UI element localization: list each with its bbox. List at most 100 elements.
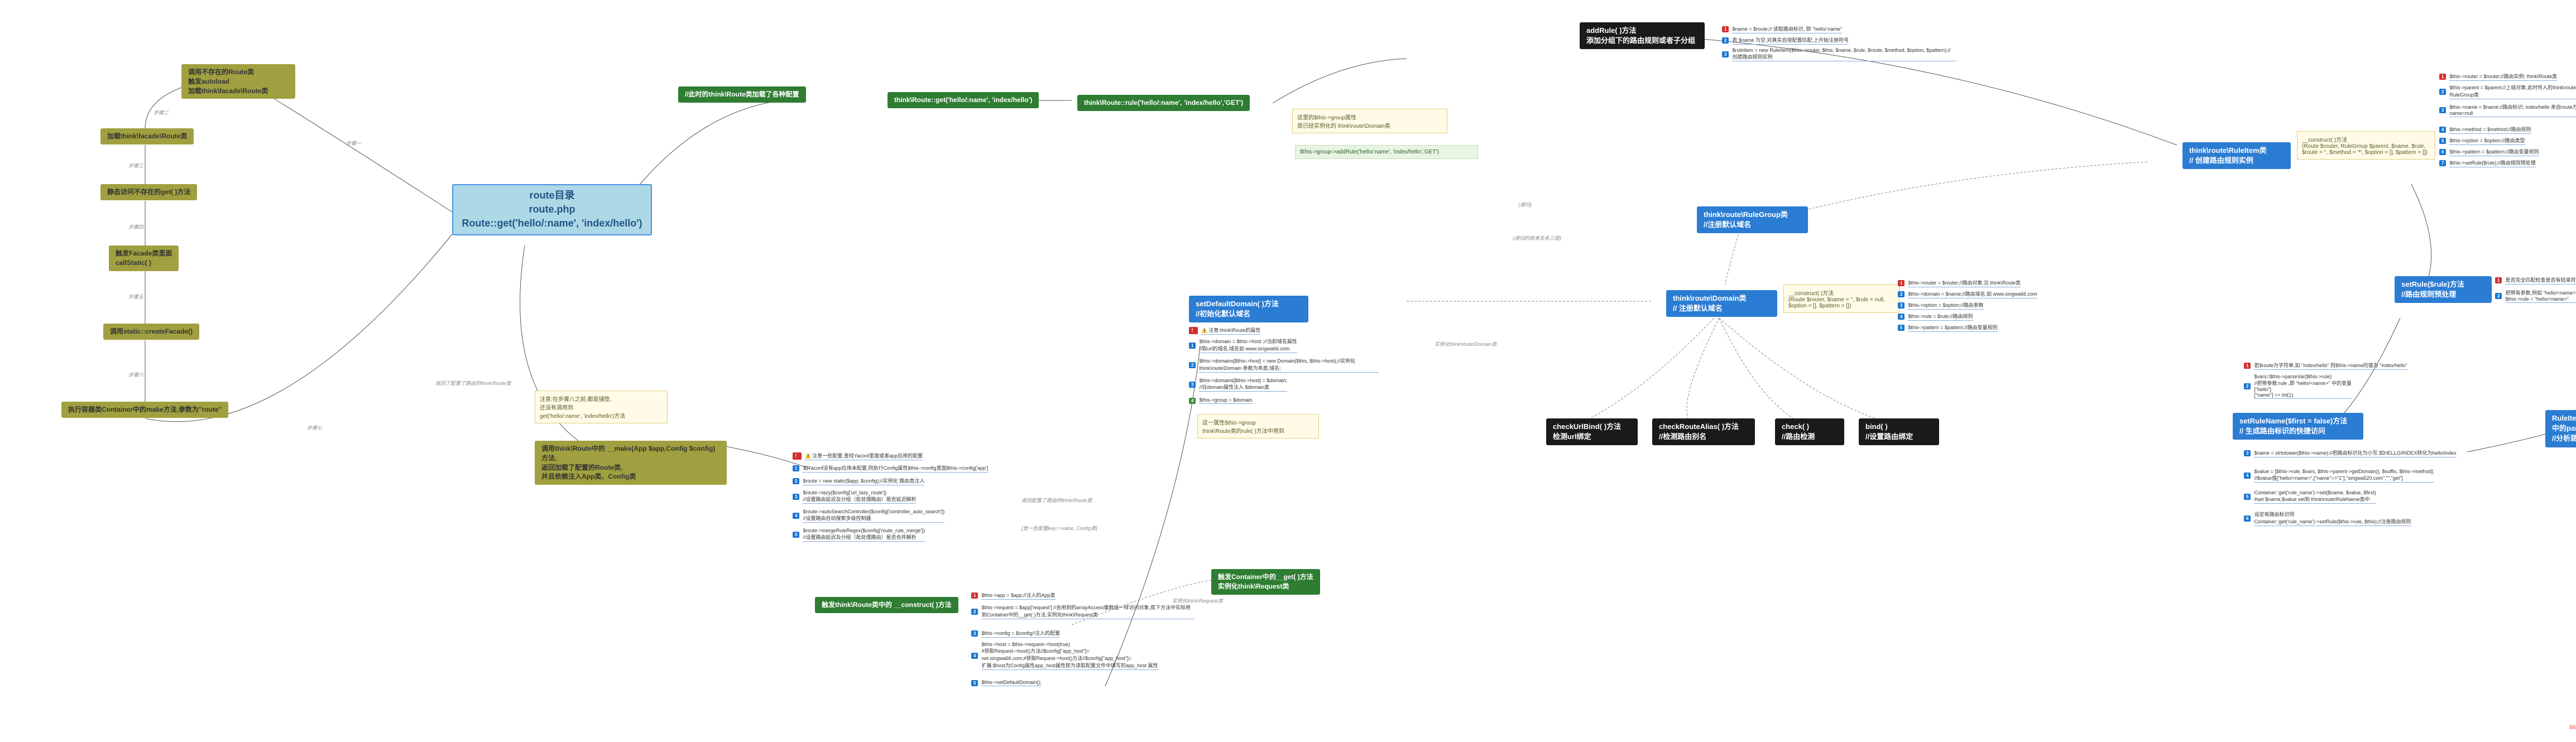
rule-item-construct-note: __construct( )方法(Route $router, RuleGrou… xyxy=(2297,131,2435,160)
edge-step7: 步骤七 xyxy=(307,424,322,431)
num-icon: 4 xyxy=(1189,398,1196,404)
num-icon: 3 xyxy=(1189,382,1196,388)
rule-group: think\route\RuleGroup类//注册默认域名 xyxy=(1697,206,1808,233)
num-icon: 2 xyxy=(793,478,799,484)
make-d1: 1 如Yaconf没有app应用未配置,则执行Config属性$this->co… xyxy=(793,464,988,473)
num-icon: 3 xyxy=(971,630,978,637)
num-icon: 2 xyxy=(2244,383,2251,389)
ri-d7: 7 $this->setRule($rule);//路由规则预处理 xyxy=(2439,159,2536,167)
edge-step2: 步骤二 xyxy=(153,109,169,116)
num-icon: 1 xyxy=(1189,343,1196,349)
edge-step1: 步骤一 xyxy=(346,139,361,147)
edge-recursion2: (递归的继承关系三层) xyxy=(1513,234,1561,242)
add-rule: addRule( )方法添加分组下的路由规则或者子分组 xyxy=(1580,22,1705,49)
domain-d5: 5 $this->pattern = $pattern;//路由变量规则 xyxy=(1898,324,1998,332)
domain-d4: 4 $this->rule = $rule;//路由规则 xyxy=(1898,312,1973,321)
edge-inst-request: 实例化think\Request类 xyxy=(1172,597,1223,604)
num-icon: 3 xyxy=(2244,450,2251,456)
ri-top-d1: 1 $name = $route;// 读取路由标识, 即 "hello/:na… xyxy=(1722,25,1842,33)
num-icon: 4 xyxy=(971,653,978,659)
invoke-make: 调用think\Route中的 __make(App $app,Config $… xyxy=(535,441,727,485)
edge-step4: 步骤四 xyxy=(128,223,143,230)
add-rule-call: $this->group->addRule('hello/:name', 'in… xyxy=(1295,145,1478,159)
num-icon: 2 xyxy=(1189,362,1196,368)
edge-step5: 步骤五 xyxy=(128,293,143,300)
sdd-d2: 2 $this->domains[$this->host] = new Doma… xyxy=(1189,357,1379,373)
ri-top-d2: 2 若 $name 为空,对真实自增配置匹配,上开始注册符号 xyxy=(1722,36,1849,45)
num-icon: ！ xyxy=(1189,327,1198,334)
upper-green-rule: think\Route::rule('hello/:name', 'index/… xyxy=(1077,95,1250,111)
make-d3: 3 $route->lazy($config['url_lazy_route']… xyxy=(793,490,916,504)
ri-top-d3: 3 $ruleItem = new RuleItem($this->router… xyxy=(1722,47,1956,61)
construct-d2: 2 $this->request = $app['request'] //含用到… xyxy=(971,604,1195,619)
note-before: 注意:在步骤八之前,都是铺垫,还没有调用到get('hello/:name', … xyxy=(535,391,668,423)
make-d4: 4 $route->autoSearchController($config['… xyxy=(793,509,944,523)
sdd-d1: 1 $this->domain = $this->host ;//当前域名属性/… xyxy=(1189,338,1373,353)
srn-d2: 2 $vars=$this->parseVar($this->rule)//把带… xyxy=(2244,374,2439,399)
ri-d1: 1 $this->router = $router;//路由实例; think\… xyxy=(2439,73,2557,81)
num-icon: 1 xyxy=(1722,26,1729,32)
left-n2: 加载think\facade\Route类 xyxy=(100,128,194,144)
left-n1: 调用不存在的Route类触发autoload加载think\facade\Rou… xyxy=(181,64,295,99)
num-icon: 2 xyxy=(2439,89,2446,95)
edge-step6: 步骤六 xyxy=(128,371,143,378)
ri-d5: 5 $this->option = $option;//路由类型 xyxy=(2439,137,2525,145)
num-icon: 5 xyxy=(793,532,799,538)
sdd-d3: 3 $this->domains[$this->host] = $domain;… xyxy=(1189,378,1356,392)
sdd-d4: 4 $this->group = $domain xyxy=(1189,397,1253,404)
num-icon: 1 xyxy=(1898,280,1905,286)
num-icon: 1 xyxy=(2439,74,2446,80)
num-icon: 1 xyxy=(971,592,978,599)
upper-green-get: think\Route::get('hello/:name', 'index/h… xyxy=(888,92,1039,108)
left-n6: 执行容器类Container中的make方法,参数为"route" xyxy=(61,402,228,418)
srn-d6: 6 设定有路由标识则Container::get('rule_name')->s… xyxy=(2244,510,2467,526)
num-icon: 4 xyxy=(1898,314,1905,320)
srn-d3: 3 $name = strtolower($this->name);//把路由标… xyxy=(2244,449,2478,457)
num-icon: 4 xyxy=(2244,473,2251,479)
num-icon: 2 xyxy=(1722,37,1729,44)
edge-back-route: 返回了配置了路由的think\Route类 xyxy=(435,379,511,387)
num-icon: 1 xyxy=(2244,363,2251,369)
construct-d4: 4 $this->host = $this->request->host(tru… xyxy=(971,642,1195,670)
num-icon: 3 xyxy=(2439,107,2446,113)
bind: bind( )//设置路由绑定 xyxy=(1859,418,1939,445)
rule-item: think\route\RuleItem类// 创建路由规则实例 xyxy=(2182,142,2291,169)
num-icon: 3 xyxy=(1722,51,1729,57)
check-url-bind: checkUrlBind( )方法检测url绑定 xyxy=(1546,418,1638,445)
domain-d1: 1 $this->router = $router;//路由对象.见 think… xyxy=(1898,279,2021,287)
make-warn: ！ 注意一些配置,查找Yaconf里面或者app应用的配置 xyxy=(793,452,923,460)
srn-d5: 5 Container::get('rule_name')->set($name… xyxy=(2244,490,2456,504)
ri-d4: 4 $this->method = $method;//路由规则 xyxy=(2439,126,2531,134)
left-n4: 触发Facade类里面callStatic( ) xyxy=(109,245,179,271)
left-n3: 静态访问不存在的get( )方法 xyxy=(100,184,197,200)
container-get: 触发Container中的__get( )方法实例化think\Request类 xyxy=(1211,569,1320,595)
num-icon: 3 xyxy=(1898,302,1905,309)
num-icon: 2 xyxy=(1898,291,1905,297)
domain-node: think\route\Domain类// 注册默认域名 xyxy=(1666,290,1777,317)
num-icon: 1 xyxy=(2495,277,2502,283)
srn-d4: 4 $value = [$this->rule, $vars, $this->p… xyxy=(2244,469,2501,483)
make-d5: 5 $route->mergeRuleRegex($config['route_… xyxy=(793,528,925,542)
num-icon: 5 xyxy=(2244,494,2251,500)
check: check( )//路由检测 xyxy=(1775,418,1844,445)
num-icon: 6 xyxy=(2244,515,2251,522)
root-line1: route目录 xyxy=(460,189,644,203)
num-icon: 5 xyxy=(971,680,978,686)
ri-d2: 2 $this->parent = $parent;//上级对象,此时传入的th… xyxy=(2439,84,2576,99)
root-node: route目录 route.php Route::get('hello/:nam… xyxy=(452,184,652,235)
num-icon: 2 xyxy=(971,609,978,615)
footer-logo: Blink xyxy=(2569,725,2576,731)
num-icon: 7 xyxy=(2439,160,2446,166)
make-d2: 2 $route = new static($app, $config);//实… xyxy=(793,477,924,485)
num-icon: 1 xyxy=(793,465,799,471)
left-n5: 调用static::createFacade() xyxy=(103,324,199,340)
num-icon: ！ xyxy=(793,452,802,460)
num-icon: 5 xyxy=(1898,325,1905,331)
edge-inst-domain: 实例化think\route\Domain类 xyxy=(1435,340,1497,348)
setrule-d2: 2 把带有参数,例如 "hello/<name>"$this->rule = "… xyxy=(2495,289,2576,303)
domain-construct-note: __construct( )方法(Route $router, $name = … xyxy=(1783,285,1899,313)
sdd-note: 这一属性$this->groupthink\Route类的rule( )方法中用… xyxy=(1197,414,1319,439)
num-icon: 4 xyxy=(2439,127,2446,133)
add-rule-note: 这里的$this->group属性是已经实例化的 think\route\Dom… xyxy=(1292,109,1447,133)
num-icon: 2 xyxy=(2495,293,2502,299)
